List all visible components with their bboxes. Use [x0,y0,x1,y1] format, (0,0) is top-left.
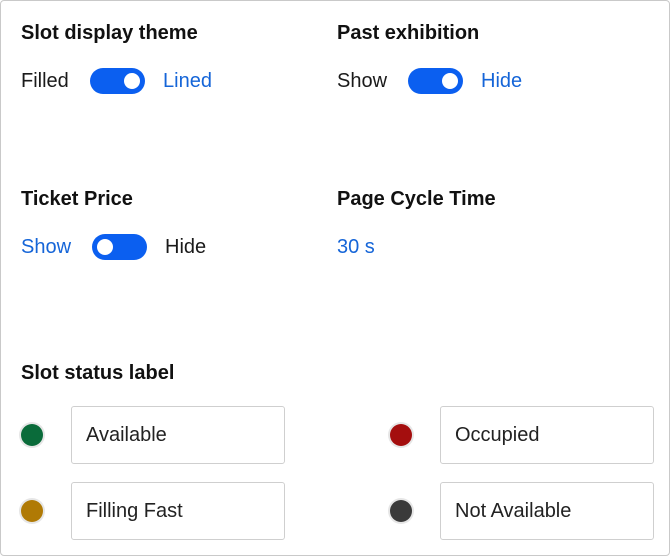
past-exhibition-toggle[interactable] [408,68,463,94]
settings-panel: Slot display theme Filled Lined Past exh… [0,0,670,556]
not-available-label-input[interactable] [440,482,654,540]
ticket-price-show-label: Show [21,236,72,258]
page-cycle-time-value[interactable]: 30 s [337,236,375,259]
page-cycle-time-title: Page Cycle Time [337,188,496,210]
slot-display-theme-toggle[interactable] [90,68,145,94]
status-color-dot-filling-fast[interactable] [21,500,43,522]
occupied-label-input[interactable] [440,406,654,464]
filling-fast-label-input[interactable] [71,482,285,540]
past-exhibition-hide-label: Hide [481,70,523,92]
slot-theme-filled-label: Filled [21,70,69,92]
slot-status-label-title: Slot status label [21,362,175,384]
available-label-input[interactable] [71,406,285,464]
status-color-dot-not-available[interactable] [390,500,412,522]
toggle-knob [97,239,113,255]
status-color-dot-occupied[interactable] [390,424,412,446]
slot-display-theme-title: Slot display theme [21,22,198,44]
toggle-knob [124,73,140,89]
ticket-price-toggle[interactable] [92,234,147,260]
status-color-dot-available[interactable] [21,424,43,446]
ticket-price-title: Ticket Price [21,188,133,210]
past-exhibition-title: Past exhibition [337,22,480,44]
slot-theme-lined-label: Lined [163,70,212,92]
toggle-knob [442,73,458,89]
ticket-price-hide-label: Hide [165,236,207,258]
past-exhibition-show-label: Show [337,70,388,92]
